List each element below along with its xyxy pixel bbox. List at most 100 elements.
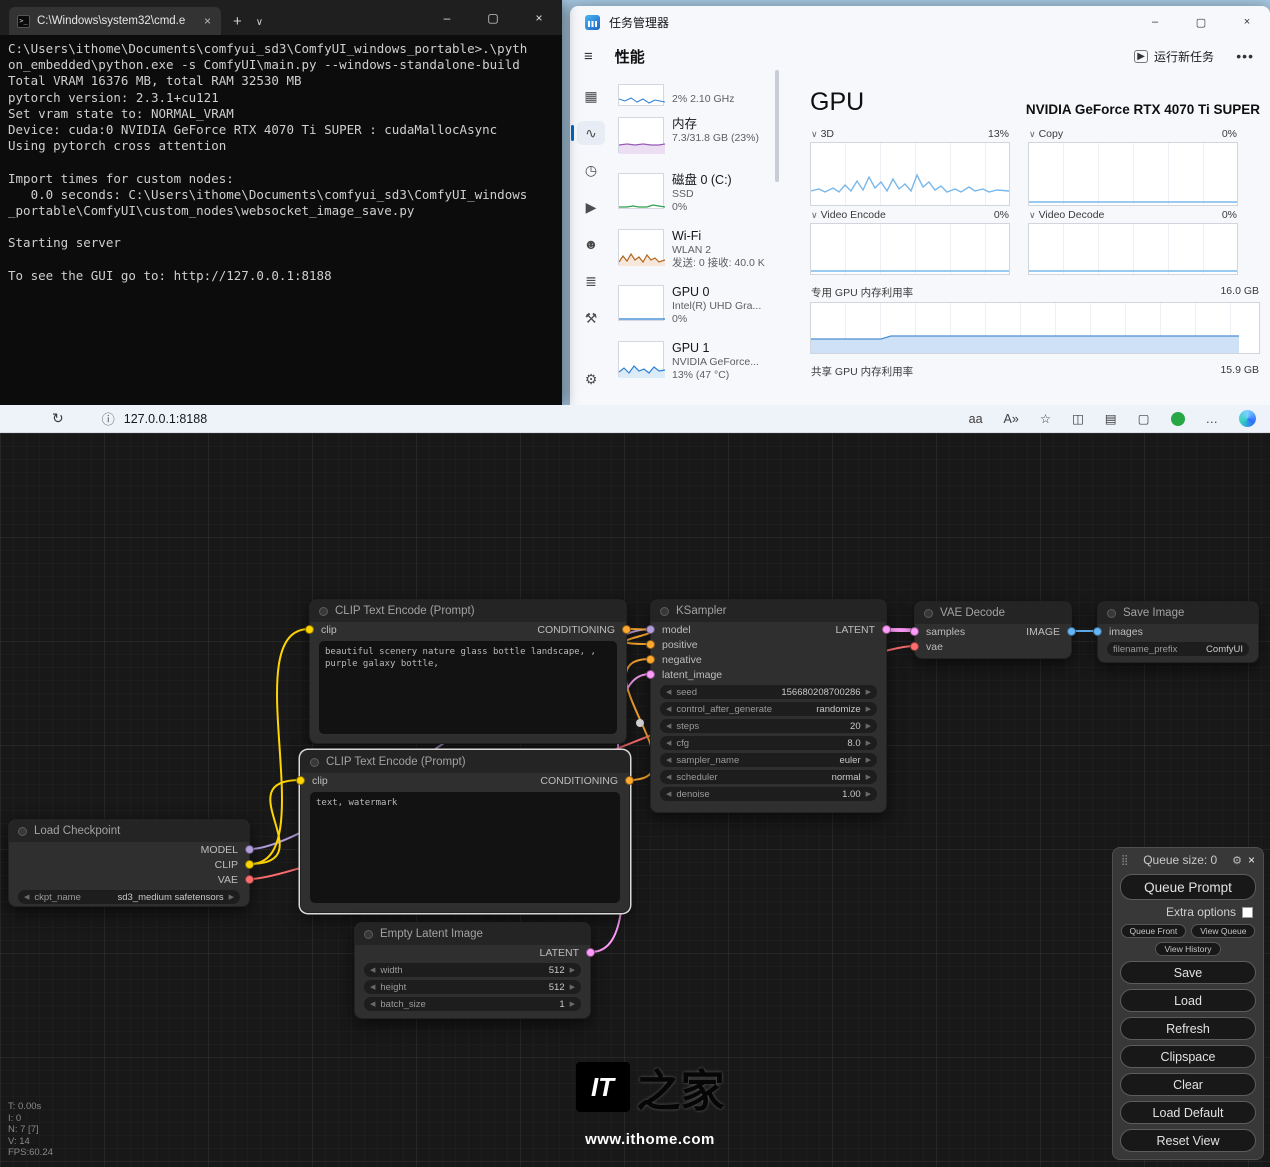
images-input-port[interactable] [1093, 627, 1102, 636]
load-default-button[interactable]: Load Default [1120, 1101, 1256, 1124]
scheduler-widget[interactable]: ◀schedulernormal▶ [660, 770, 877, 784]
cmd-tab[interactable]: >_ C:\Windows\system32\cmd.e × [9, 7, 221, 35]
nav-services-icon[interactable]: ⚒ [577, 306, 605, 330]
negative-input-port[interactable] [646, 655, 655, 664]
next-arrow-icon[interactable]: ▶ [229, 893, 234, 901]
next-arrow-icon[interactable]: ▶ [866, 688, 871, 696]
address-url[interactable]: 127.0.0.1:8188 [124, 412, 207, 426]
prev-arrow-icon[interactable]: ◀ [666, 739, 671, 747]
samples-input-port[interactable] [910, 627, 919, 636]
reset-view-button[interactable]: Reset View [1120, 1129, 1256, 1152]
cfg-widget[interactable]: ◀cfg8.0▶ [660, 736, 877, 750]
seed-widget[interactable]: ◀seed156680208700286▶ [660, 685, 877, 699]
batch-size-widget[interactable]: ◀batch_size1▶ [364, 997, 581, 1011]
nav-app-history-icon[interactable]: ◷ [577, 158, 605, 182]
read-aloud-icon[interactable]: A» [1004, 412, 1019, 426]
comfyui-canvas[interactable]: Load Checkpoint MODEL CLIP VAE ◀ ckpt_na… [0, 433, 1270, 1167]
sidebar-item-gpu0[interactable]: GPU 0 Intel(R) UHD Gra... 0% [614, 280, 772, 336]
clip-output-port[interactable] [245, 860, 254, 869]
sidebar-item-cpu[interactable]: 2% 2.10 GHz [614, 66, 772, 112]
filename-prefix-widget[interactable]: filename_prefixComfyUI [1107, 642, 1249, 656]
latent-image-input-port[interactable] [646, 670, 655, 679]
node-titlebar[interactable]: Load Checkpoint [9, 820, 249, 842]
next-arrow-icon[interactable]: ▶ [866, 790, 871, 798]
collapse-dot[interactable] [924, 609, 933, 618]
collapse-dot[interactable] [660, 607, 669, 616]
clipspace-button[interactable]: Clipspace [1120, 1045, 1256, 1068]
positive-input-port[interactable] [646, 640, 655, 649]
extra-options-checkbox[interactable] [1242, 907, 1253, 918]
settings-gear-icon[interactable]: ⚙ [577, 367, 605, 391]
close-button[interactable]: × [1224, 6, 1270, 38]
site-info-icon[interactable]: ⓘ [102, 409, 115, 428]
nav-users-icon[interactable]: ☻ [577, 232, 605, 256]
collapse-dot[interactable] [319, 607, 328, 616]
control-after-generate-widget[interactable]: ◀control_after_generaterandomize▶ [660, 702, 877, 716]
nav-startup-icon[interactable]: ▶ [577, 195, 605, 219]
more-options-icon[interactable]: ••• [1236, 48, 1254, 64]
vae-input-port[interactable] [910, 642, 919, 651]
load-button[interactable]: Load [1120, 989, 1256, 1012]
vae-output-port[interactable] [245, 875, 254, 884]
node-titlebar[interactable]: Empty Latent Image [355, 923, 590, 945]
prev-arrow-icon[interactable]: ◀ [666, 705, 671, 713]
clip-input-port[interactable] [296, 776, 305, 785]
node-load-checkpoint[interactable]: Load Checkpoint MODEL CLIP VAE ◀ ckpt_na… [8, 819, 250, 907]
close-button[interactable]: × [516, 0, 562, 35]
hamburger-menu-icon[interactable]: ≡ [584, 48, 593, 65]
height-widget[interactable]: ◀height512▶ [364, 980, 581, 994]
tab-close-icon[interactable]: × [202, 14, 213, 28]
minimize-button[interactable]: – [424, 0, 470, 35]
prev-arrow-icon[interactable]: ◀ [666, 773, 671, 781]
node-titlebar[interactable]: KSampler [651, 600, 886, 622]
node-titlebar[interactable]: CLIP Text Encode (Prompt) [301, 751, 629, 773]
next-arrow-icon[interactable]: ▶ [866, 739, 871, 747]
node-ksampler[interactable]: KSampler modelLATENT positive negative l… [650, 599, 887, 813]
refresh-button[interactable]: Refresh [1120, 1017, 1256, 1040]
next-arrow-icon[interactable]: ▶ [866, 756, 871, 764]
model-input-port[interactable] [646, 625, 655, 634]
conditioning-output-port[interactable] [625, 776, 634, 785]
taskmgr-titlebar[interactable]: 任务管理器 – ▢ × [570, 6, 1270, 38]
next-arrow-icon[interactable]: ▶ [570, 983, 575, 991]
next-arrow-icon[interactable]: ▶ [866, 773, 871, 781]
width-widget[interactable]: ◀width512▶ [364, 963, 581, 977]
settings-gear-icon[interactable]: ⚙ [1232, 854, 1242, 867]
queue-prompt-button[interactable]: Queue Prompt [1120, 874, 1256, 900]
more-options-icon[interactable]: … [1206, 412, 1219, 426]
reroute-dot[interactable] [636, 719, 644, 727]
favorites-bar-icon[interactable]: ▤ [1105, 411, 1117, 426]
clip-input-port[interactable] [305, 625, 314, 634]
node-save-image[interactable]: Save Image images filename_prefixComfyUI [1097, 601, 1259, 663]
prev-arrow-icon[interactable]: ◀ [666, 688, 671, 696]
split-screen-icon[interactable]: ◫ [1072, 411, 1084, 426]
view-history-button[interactable]: View History [1155, 942, 1220, 956]
collapse-dot[interactable] [18, 827, 27, 836]
prompt-textarea[interactable]: text, watermark [310, 792, 620, 903]
steps-widget[interactable]: ◀steps20▶ [660, 719, 877, 733]
ckpt-name-widget[interactable]: ◀ ckpt_name sd3_medium safetensors ▶ [18, 890, 240, 904]
sidebar-item-wifi[interactable]: Wi-Fi WLAN 2 发送: 0 接收: 40.0 K [614, 224, 772, 280]
queue-front-button[interactable]: Queue Front [1121, 924, 1187, 938]
maximize-button[interactable]: ▢ [1178, 6, 1224, 38]
node-titlebar[interactable]: Save Image [1098, 602, 1258, 624]
latent-output-port[interactable] [882, 625, 891, 634]
node-titlebar[interactable]: VAE Decode [915, 602, 1071, 624]
nav-details-icon[interactable]: ≣ [577, 269, 605, 293]
prev-arrow-icon[interactable]: ◀ [370, 983, 375, 991]
node-clip-text-encode-positive[interactable]: CLIP Text Encode (Prompt) clipCONDITIONI… [309, 599, 627, 744]
latent-output-port[interactable] [586, 948, 595, 957]
clear-button[interactable]: Clear [1120, 1073, 1256, 1096]
node-vae-decode[interactable]: VAE Decode samplesIMAGE vae [914, 601, 1072, 659]
prev-arrow-icon[interactable]: ◀ [666, 790, 671, 798]
next-arrow-icon[interactable]: ▶ [570, 1000, 575, 1008]
collapse-dot[interactable] [1107, 609, 1116, 618]
prev-arrow-icon[interactable]: ◀ [370, 966, 375, 974]
model-output-port[interactable] [245, 845, 254, 854]
denoise-widget[interactable]: ◀denoise1.00▶ [660, 787, 877, 801]
maximize-button[interactable]: ▢ [470, 0, 516, 35]
prev-arrow-icon[interactable]: ◀ [24, 893, 29, 901]
sidebar-scrollbar[interactable] [775, 70, 779, 182]
next-arrow-icon[interactable]: ▶ [866, 705, 871, 713]
collections-icon[interactable]: ▢ [1138, 411, 1150, 426]
